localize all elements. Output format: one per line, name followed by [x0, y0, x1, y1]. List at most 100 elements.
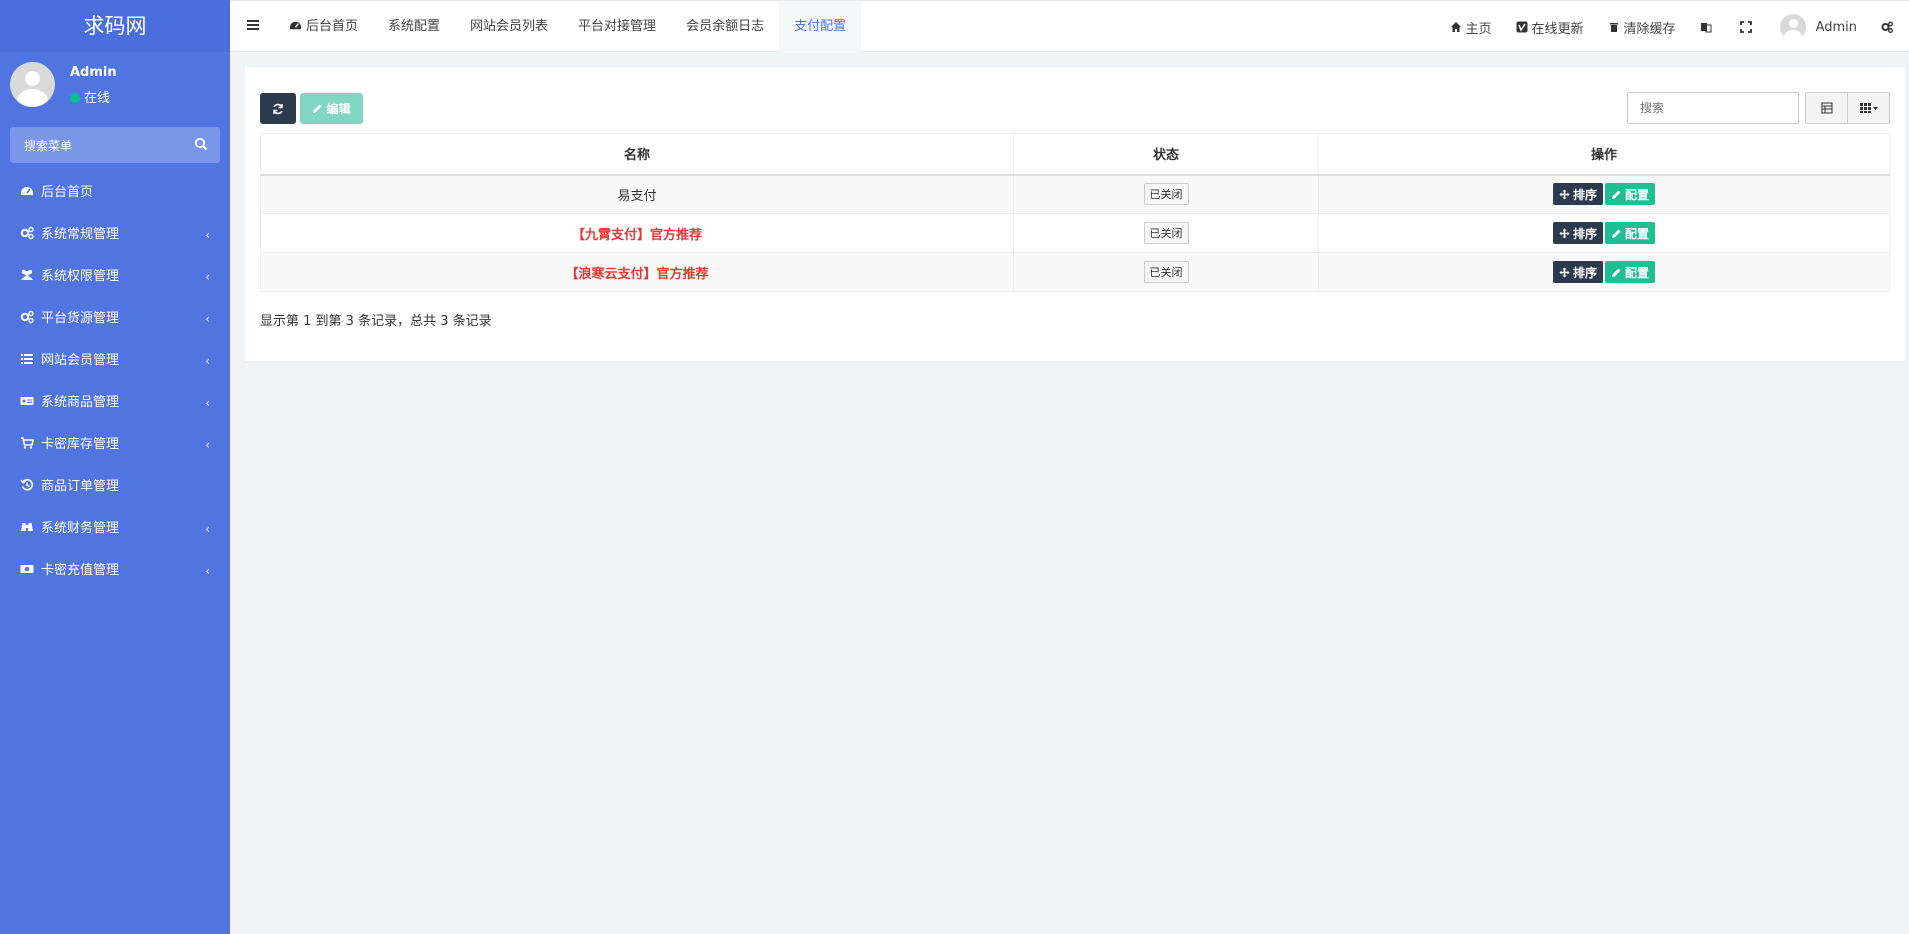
sidebar-item-label: 商品订单管理: [41, 479, 120, 494]
cart-icon: [21, 437, 34, 449]
config-button-label: 配置: [1625, 187, 1650, 202]
pencil-icon: [1612, 268, 1621, 277]
online-update-link[interactable]: 在线更新: [1504, 1, 1596, 53]
sidebar-item-label: 卡密充值管理: [41, 563, 120, 578]
users-icon: [21, 269, 33, 280]
sort-button-label: 排序: [1572, 187, 1597, 202]
language-button[interactable]: [1688, 1, 1728, 53]
nav-tab-label: 系统配置: [388, 19, 441, 34]
home-link[interactable]: 主页: [1438, 1, 1504, 53]
nav-tab[interactable]: 平台对接管理: [563, 1, 671, 53]
chevron-left-icon: ‹: [205, 438, 210, 452]
list-icon: [21, 354, 33, 364]
sort-button-label: 排序: [1572, 226, 1597, 241]
topbar-user-name: Admin: [1815, 19, 1857, 35]
nav-tab[interactable]: 系统配置: [373, 1, 455, 53]
table-search-input[interactable]: [1627, 92, 1799, 124]
sidebar-item[interactable]: 卡密库存管理 ‹: [0, 424, 230, 466]
sidebar-item[interactable]: 商品订单管理: [0, 466, 230, 508]
table-row: 易支付 已关闭 排序 配置: [260, 174, 1890, 214]
menu-toggle-icon[interactable]: [246, 18, 260, 32]
dashboard-icon: [21, 187, 33, 195]
column-header-actions[interactable]: 操作: [1318, 133, 1890, 176]
chevron-left-icon: ‹: [205, 312, 210, 326]
columns-dropdown-button[interactable]: [1848, 93, 1889, 123]
user-menu[interactable]: Admin: [1768, 1, 1869, 53]
home-link-label: 主页: [1465, 21, 1492, 37]
vimeo-icon: [1516, 21, 1528, 33]
config-button[interactable]: 配置: [1605, 222, 1656, 244]
money-icon: [20, 565, 34, 573]
language-icon: [1700, 23, 1712, 33]
sort-button[interactable]: 排序: [1552, 261, 1603, 283]
toggle-view-button[interactable]: [1806, 93, 1848, 123]
sidebar-item[interactable]: 系统财务管理 ‹: [0, 508, 230, 550]
sidebar-menu: 后台首页 系统常规管理 ‹ 系统权限管理 ‹ 平台货源管理 ‹ 网站会员管理 ‹ 系统商品管理 ‹ 卡…: [0, 172, 230, 592]
sidebar-item[interactable]: 网站会员管理 ‹: [0, 340, 230, 382]
cell-status: 已关闭: [1013, 252, 1319, 292]
cell-actions: 排序 配置: [1318, 174, 1890, 214]
topbar-actions: 主页 在线更新 清除缓存 Admin: [1438, 1, 1909, 53]
refresh-icon: [273, 103, 283, 114]
sidebar-item[interactable]: 平台货源管理 ‹: [0, 298, 230, 340]
edit-button-label: 编辑: [326, 102, 351, 116]
sidebar-item-label: 系统常规管理: [41, 227, 120, 242]
nav-tab-label: 网站会员列表: [470, 19, 549, 34]
nav-tab-label: 会员余额日志: [686, 19, 765, 34]
nav-tab[interactable]: 网站会员列表: [455, 1, 563, 53]
arrows-icon: [1559, 189, 1570, 200]
sort-button-label: 排序: [1572, 265, 1597, 280]
sidebar-item-label: 平台货源管理: [41, 311, 120, 326]
config-button[interactable]: 配置: [1605, 261, 1656, 283]
status-badge[interactable]: 已关闭: [1143, 222, 1189, 244]
sort-button[interactable]: 排序: [1552, 183, 1603, 206]
sort-button[interactable]: 排序: [1552, 222, 1603, 244]
home-icon: [1450, 22, 1461, 32]
history-icon: [20, 478, 33, 491]
column-header-status[interactable]: 状态: [1013, 133, 1319, 176]
online-update-label: 在线更新: [1531, 21, 1584, 37]
arrows-icon: [1559, 228, 1570, 238]
columns-icon: [1859, 103, 1878, 113]
user-name: Admin: [70, 65, 117, 80]
cell-name: 易支付: [260, 174, 1014, 214]
edit-button[interactable]: 编辑: [300, 93, 363, 124]
payment-name: 【浪寒云支付】官方推荐: [565, 266, 709, 282]
app-logo[interactable]: 求码网: [0, 0, 230, 52]
pencil-icon: [313, 104, 322, 113]
fullscreen-icon: [1739, 21, 1752, 33]
settings-button[interactable]: [1869, 1, 1909, 53]
sidebar-item[interactable]: 后台首页: [0, 172, 230, 214]
nav-tab[interactable]: 后台首页: [274, 1, 373, 53]
sidebar-item[interactable]: 系统商品管理 ‹: [0, 382, 230, 424]
nav-tab-label: 支付配置: [794, 19, 847, 34]
nav-tabs: 后台首页 系统配置 网站会员列表 平台对接管理 会员余额日志 支付配置: [274, 1, 862, 53]
cell-status: 已关闭: [1013, 174, 1319, 214]
clear-cache-link[interactable]: 清除缓存: [1596, 1, 1688, 53]
nav-tab[interactable]: 会员余额日志: [671, 1, 779, 53]
pencil-icon: [1612, 190, 1621, 199]
status-badge[interactable]: 已关闭: [1143, 261, 1189, 283]
user-status: 在线: [70, 87, 110, 106]
config-button[interactable]: 配置: [1605, 183, 1656, 206]
sidebar-item[interactable]: 系统常规管理 ‹: [0, 214, 230, 256]
refresh-button[interactable]: [260, 93, 296, 124]
nav-tab[interactable]: 支付配置: [779, 1, 862, 53]
sidebar-item[interactable]: 系统权限管理 ‹: [0, 256, 230, 298]
chevron-left-icon: ‹: [205, 228, 210, 242]
sidebar-item-label: 系统财务管理: [41, 521, 120, 536]
search-icon[interactable]: [194, 137, 208, 151]
sidebar-item-label: 系统商品管理: [41, 395, 120, 410]
column-header-name[interactable]: 名称: [260, 133, 1014, 176]
cogs-icon: [20, 310, 34, 324]
user-status-text: 在线: [84, 91, 111, 106]
sidebar-item[interactable]: 卡密充值管理 ‹: [0, 550, 230, 592]
table-header-row: 名称 状态 操作: [260, 133, 1890, 176]
table-body: 易支付 已关闭 排序 配置 【九霄支付】官方推荐 已关闭 排序 配置 【浪寒云支付】官方推荐 已关…: [260, 174, 1890, 292]
payment-name: 易支付: [617, 188, 657, 204]
trash-icon: [1609, 23, 1618, 32]
menu-search-input[interactable]: 搜索菜单: [10, 127, 220, 163]
status-badge[interactable]: 已关闭: [1143, 183, 1189, 206]
payment-config-table: 名称 状态 操作 易支付 已关闭 排序 配置 【九霄支付】官方推荐 已关闭 排序 配置 【浪寒云…: [260, 133, 1890, 292]
fullscreen-button[interactable]: [1728, 1, 1768, 53]
